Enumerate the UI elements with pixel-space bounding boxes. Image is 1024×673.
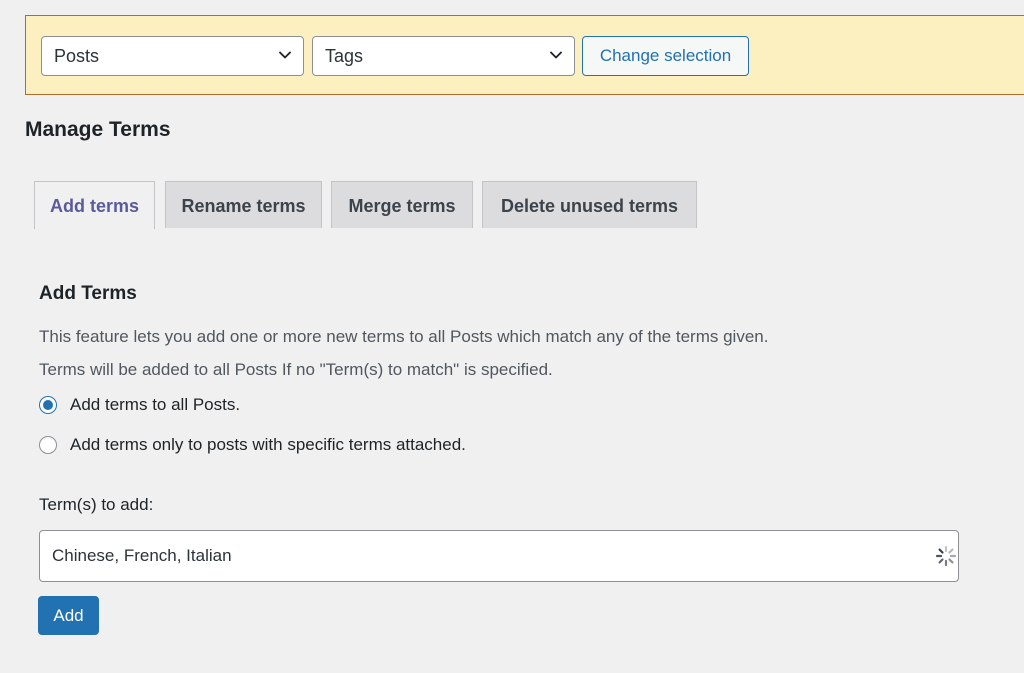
section-description-note: Terms will be added to all Posts If no "… <box>39 360 553 379</box>
tab-rename-terms[interactable]: Rename terms <box>165 181 322 228</box>
option-all-posts-label: Add terms to all Posts. <box>70 395 241 414</box>
radio-specific-terms[interactable] <box>39 436 57 454</box>
section-title: Add Terms <box>39 283 137 304</box>
radio-all-posts[interactable] <box>39 396 57 414</box>
option-specific-terms[interactable]: Add terms only to posts with specific te… <box>39 435 466 455</box>
taxonomy-select[interactable]: Tags <box>312 36 575 76</box>
option-specific-terms-label: Add terms only to posts with specific te… <box>70 435 466 454</box>
section-description: This feature lets you add one or more ne… <box>39 327 769 346</box>
post-type-select-value: Posts <box>54 46 100 66</box>
tab-merge-terms[interactable]: Merge terms <box>331 181 473 228</box>
chevron-down-icon <box>550 51 562 59</box>
chevron-down-icon <box>279 51 291 59</box>
option-all-posts[interactable]: Add terms to all Posts. <box>39 395 240 415</box>
selection-bar: Posts Tags Change selection <box>25 15 1024 95</box>
tab-delete-unused-terms[interactable]: Delete unused terms <box>482 181 697 228</box>
post-type-select[interactable]: Posts <box>41 36 304 76</box>
loading-spinner-icon <box>935 545 957 567</box>
page-title: Manage Terms <box>25 118 171 141</box>
terms-to-add-label: Term(s) to add: <box>39 495 154 514</box>
add-button[interactable]: Add <box>38 596 99 635</box>
terms-to-add-input[interactable] <box>39 530 959 582</box>
change-selection-button[interactable]: Change selection <box>582 36 749 76</box>
taxonomy-select-value: Tags <box>325 46 364 66</box>
tab-add-terms[interactable]: Add terms <box>34 181 155 229</box>
